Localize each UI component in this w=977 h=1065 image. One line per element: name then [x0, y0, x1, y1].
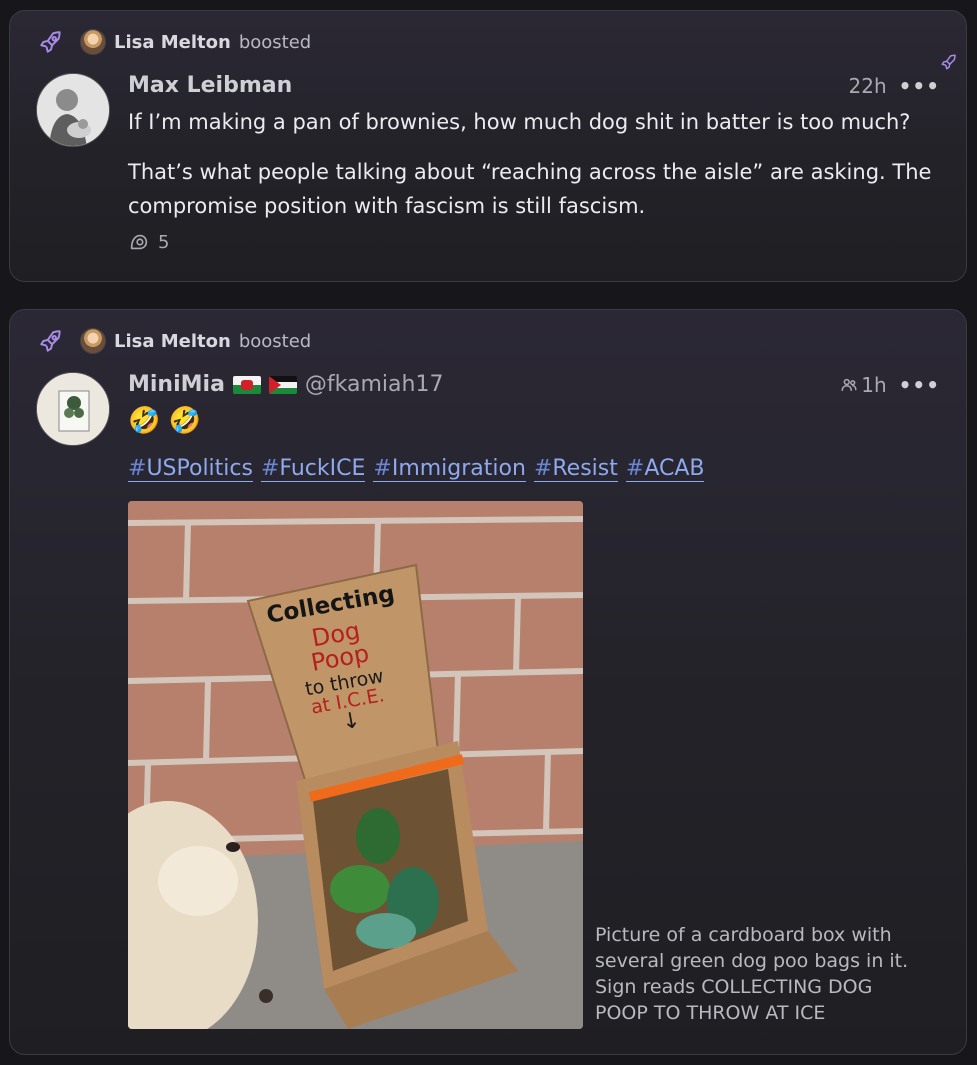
author-handle[interactable]: @fkamiah17	[305, 372, 444, 397]
rocket-icon	[40, 31, 61, 53]
palestine-flag-icon	[268, 375, 297, 394]
image-alt-text: Picture of a cardboard box with several …	[595, 924, 909, 1024]
hashtag-text: ACAB	[644, 456, 705, 481]
post-meta: 22h •••	[849, 74, 940, 98]
hashtag-text: Resist	[552, 456, 618, 481]
hashtag-text: FuckICE	[279, 456, 366, 481]
avatar-photo	[37, 74, 109, 146]
followers-icon	[841, 378, 857, 391]
post-meta: 1h •••	[840, 373, 940, 397]
rocket-icon	[941, 54, 956, 70]
post-visibility-time[interactable]: 1h	[840, 372, 887, 397]
post-content: 🤣 🤣	[128, 404, 932, 438]
boost-line: Lisa Melton boosted	[38, 29, 311, 55]
more-icon[interactable]: •••	[899, 74, 940, 98]
post-time[interactable]: 22h	[849, 74, 887, 98]
hashtag-link[interactable]: #Resist	[533, 456, 618, 482]
hashtag-text: Immigration	[391, 456, 526, 481]
post-time: 1h	[861, 372, 887, 397]
author-name[interactable]: MiniMia	[128, 372, 225, 397]
boost-line: Lisa Melton boosted	[38, 328, 311, 354]
author-name[interactable]: Max Leibman	[128, 73, 292, 98]
hashtag-text: USPolitics	[146, 456, 253, 481]
attachment-image	[128, 501, 583, 1029]
post-paragraph: That’s what people talking about “reachi…	[128, 160, 932, 218]
image-sign-text: Collecting Dog Poop to throw at I.C.E. ↓	[245, 579, 437, 747]
boosted-post-2[interactable]: Lisa Melton boosted MiniMia @fkamiah17 1…	[9, 309, 967, 1055]
hashtag-link[interactable]: #ACAB	[625, 456, 705, 482]
media-attachment[interactable]: Collecting Dog Poop to throw at I.C.E. ↓	[128, 501, 583, 1029]
reply-icon	[130, 234, 148, 250]
post-paragraph: If I’m making a pan of brownies, how muc…	[128, 110, 911, 134]
reply-count-button[interactable]: 5	[128, 231, 169, 253]
author-avatar[interactable]	[36, 372, 110, 446]
post-header: Max Leibman 22h •••	[128, 73, 940, 98]
boost-action: boosted	[238, 330, 312, 352]
booster-name[interactable]: Lisa Melton	[114, 32, 231, 53]
rocket-icon	[40, 330, 61, 352]
post-content: If I’m making a pan of brownies, how muc…	[128, 105, 932, 223]
hashtag-link[interactable]: #Immigration	[373, 456, 526, 482]
booster-avatar[interactable]	[80, 29, 106, 55]
avatar-photo	[37, 373, 109, 445]
booster-name[interactable]: Lisa Melton	[114, 331, 231, 352]
hashtag-list: #USPolitics #FuckICE #Immigration #Resis…	[128, 456, 705, 482]
more-icon[interactable]: •••	[899, 373, 940, 397]
author-avatar[interactable]	[36, 73, 110, 147]
hashtag-link[interactable]: #FuckICE	[260, 456, 366, 482]
booster-avatar[interactable]	[80, 328, 106, 354]
boosted-post-1[interactable]: Lisa Melton boosted Max Leibman 22h ••• …	[9, 10, 967, 282]
reply-count: 5	[158, 231, 170, 253]
boost-action: boosted	[238, 31, 312, 53]
post-header: MiniMia @fkamiah17 1h •••	[128, 372, 940, 397]
emoji-line: 🤣 🤣	[128, 406, 202, 436]
hashtag-link[interactable]: #USPolitics	[128, 456, 253, 482]
wales-flag-icon	[232, 375, 261, 394]
